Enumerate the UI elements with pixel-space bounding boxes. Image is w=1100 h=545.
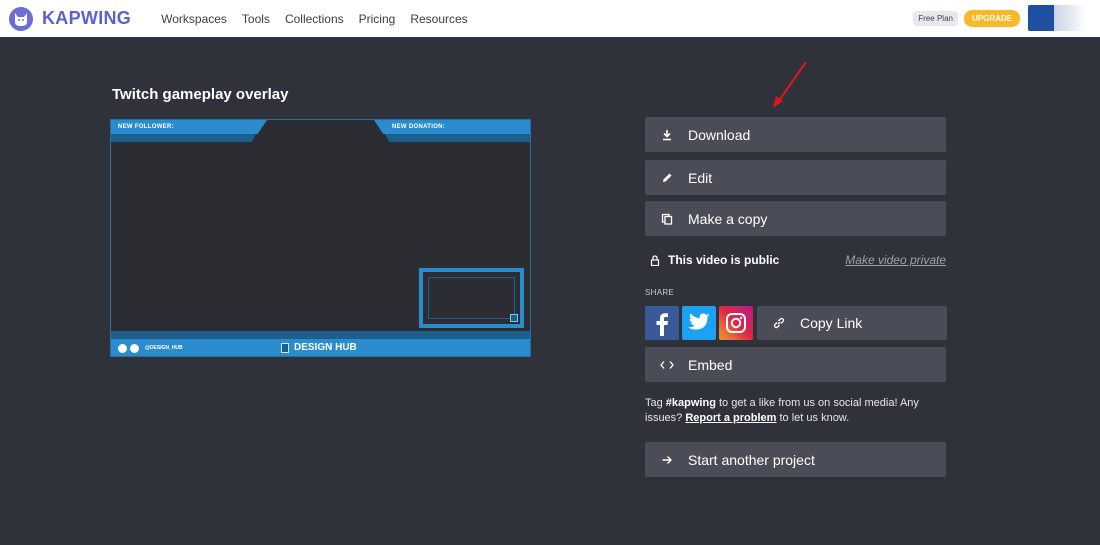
edit-label: Edit <box>688 169 713 186</box>
instagram-icon <box>726 313 746 333</box>
upgrade-button[interactable]: UPGRADE <box>963 9 1020 27</box>
video-preview[interactable]: NEW FOLLOWER: NEW DONATION: @DESIGN_HUB … <box>110 119 531 357</box>
overlay-follower-label: NEW FOLLOWER: <box>118 124 174 130</box>
twitter-mini-icon <box>118 343 127 353</box>
annotation-arrow-icon <box>773 61 807 108</box>
make-copy-button[interactable]: Make a copy <box>645 201 946 236</box>
tagline-text: Tag #kapwing to get a like from us on so… <box>645 396 946 426</box>
plan-badge: Free Plan <box>913 10 958 26</box>
copy-icon <box>660 212 674 226</box>
brand-name: KAPWING <box>42 8 132 28</box>
embed-label: Embed <box>688 356 733 373</box>
nav-collections[interactable]: Collections <box>285 12 344 26</box>
overlay-bottom-shadow <box>111 331 530 339</box>
overlay-webcam-frame <box>419 268 524 328</box>
overlay-handle: @DESIGN_HUB <box>145 345 183 351</box>
overlay-top-right-shadow <box>385 134 530 142</box>
link-icon <box>772 316 786 330</box>
lock-icon <box>649 254 661 266</box>
tagline-prefix: Tag <box>645 397 666 409</box>
make-private-link[interactable]: Make video private <box>845 253 946 267</box>
pencil-icon <box>660 171 674 185</box>
top-navigation-bar: KAPWING Workspaces Tools Collections Pri… <box>0 0 1100 37</box>
embed-button[interactable]: Embed <box>645 347 946 382</box>
overlay-donation-label: NEW DONATION: <box>392 124 446 130</box>
main-nav: Workspaces Tools Collections Pricing Res… <box>161 12 483 26</box>
avatar[interactable] <box>1028 5 1086 31</box>
account-area: Free Plan UPGRADE <box>913 5 1086 31</box>
page-title: Twitch gameplay overlay <box>112 86 289 103</box>
nav-workspaces[interactable]: Workspaces <box>161 12 227 26</box>
copy-link-button[interactable]: Copy Link <box>757 306 947 340</box>
overlay-social-icons: @DESIGN_HUB <box>118 343 183 353</box>
overlay-brand-text: DESIGN HUB <box>294 342 357 353</box>
download-button[interactable]: Download <box>645 117 946 152</box>
start-another-project-label: Start another project <box>688 451 815 468</box>
twitter-icon <box>688 313 710 330</box>
privacy-row: This video is public Make video private <box>645 251 946 269</box>
code-icon <box>660 358 674 372</box>
overlay-top-left-shadow <box>111 134 256 142</box>
facebook-share-button[interactable] <box>645 306 679 340</box>
overlay-webcam-inner <box>428 277 515 319</box>
kapwing-cat-icon <box>9 6 33 31</box>
tagline-suffix: to let us know. <box>776 412 850 424</box>
instagram-share-button[interactable] <box>719 306 753 340</box>
overlay-brand: DESIGN HUB <box>281 342 357 353</box>
twitter-share-button[interactable] <box>682 306 716 340</box>
start-another-project-button[interactable]: Start another project <box>645 442 946 477</box>
nav-resources[interactable]: Resources <box>410 12 467 26</box>
privacy-status: This video is public <box>668 253 780 267</box>
overlay-bottom-bar: @DESIGN_HUB DESIGN HUB <box>111 339 530 356</box>
kapwing-logo[interactable]: KAPWING <box>9 6 132 31</box>
arrow-right-icon <box>660 453 674 467</box>
overlay-brand-icon <box>281 342 289 353</box>
nav-pricing[interactable]: Pricing <box>359 12 396 26</box>
discord-mini-icon <box>130 343 139 353</box>
tagline-hashtag: #kapwing <box>665 397 716 409</box>
edit-button[interactable]: Edit <box>645 160 946 195</box>
nav-tools[interactable]: Tools <box>242 12 270 26</box>
facebook-icon <box>656 313 668 336</box>
download-icon <box>660 128 674 142</box>
download-label: Download <box>688 126 751 143</box>
overlay-webcam-badge <box>510 314 518 322</box>
copy-link-label: Copy Link <box>800 315 863 331</box>
share-heading: SHARE <box>645 288 675 297</box>
make-copy-label: Make a copy <box>688 210 768 227</box>
share-row: Copy Link <box>645 306 947 340</box>
report-problem-link[interactable]: Report a problem <box>685 412 776 424</box>
